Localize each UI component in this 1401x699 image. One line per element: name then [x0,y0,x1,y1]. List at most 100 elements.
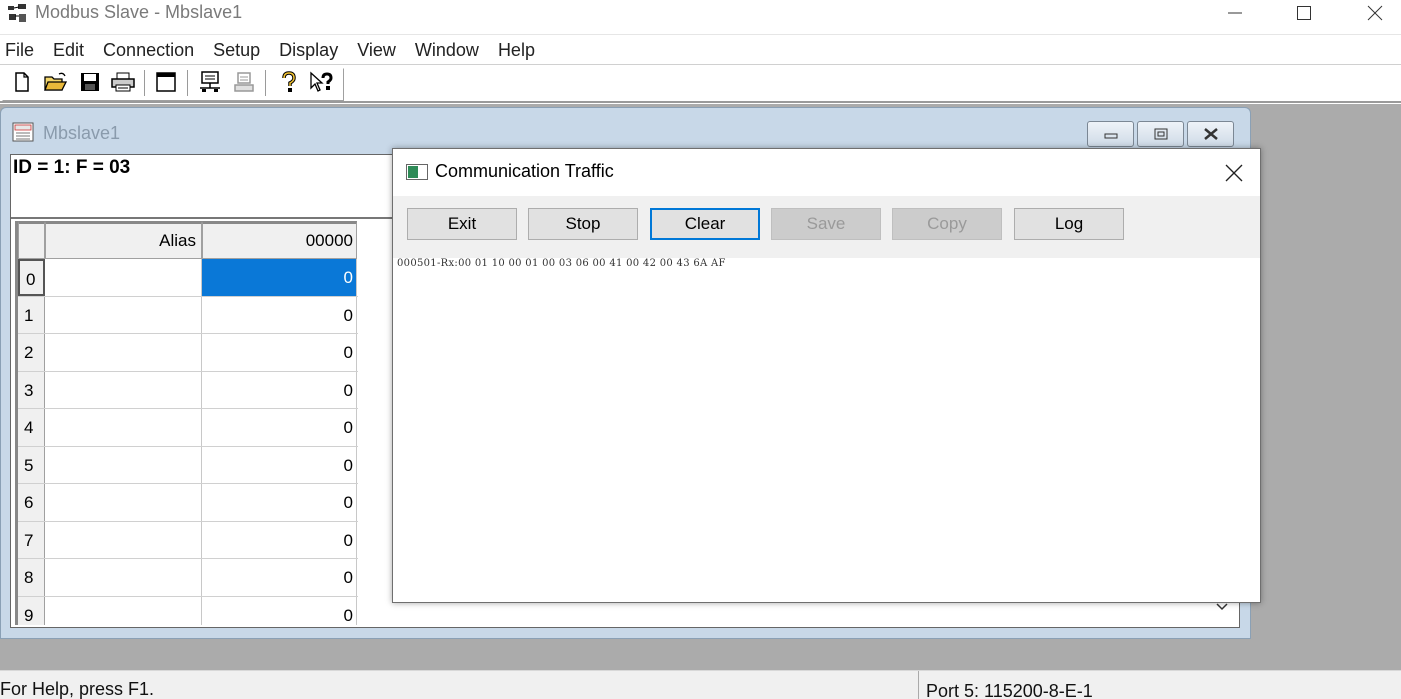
open-button[interactable] [43,69,69,95]
alias-cell[interactable] [45,371,202,408]
close-icon [1225,164,1243,182]
table-row[interactable]: 3 0 [18,371,358,409]
table-row[interactable]: 5 0 [18,446,358,484]
alias-cell[interactable] [45,446,202,483]
minimize-button[interactable] [1200,0,1270,26]
register-value-cell[interactable]: 0 [202,559,357,596]
alias-column-header[interactable]: Alias [45,221,202,259]
alias-cell[interactable] [45,521,202,558]
row-header: 0 [18,259,45,296]
register-value-cell[interactable]: 0 [202,259,357,296]
register-grid[interactable]: Alias 00000 0 0 1 0 2 0 3 0 4 0 5 0 6 0 … [15,221,358,625]
register-value-cell[interactable]: 0 [202,334,357,371]
child-close-button[interactable] [1187,121,1234,147]
alias-cell[interactable] [45,484,202,521]
menu-edit[interactable]: Edit [49,36,88,64]
traffic-log-line: 000501-Rx:00 01 10 00 01 00 03 06 00 41 … [397,258,726,269]
new-document-icon [15,72,29,92]
close-button[interactable] [1340,0,1401,26]
toolbar-separator [187,70,189,96]
maximize-icon [1297,6,1311,20]
child-restore-button[interactable] [1137,121,1184,147]
menu-bar: File Edit Connection Setup Display View … [0,34,1401,65]
new-document-button[interactable] [9,69,35,95]
menu-display[interactable]: Display [275,36,342,64]
slave-id-function-label: ID = 1: F = 03 [13,157,131,178]
alias-cell[interactable] [45,259,202,296]
menu-setup[interactable]: Setup [209,36,264,64]
alias-cell[interactable] [45,334,202,371]
toolbar-separator [265,70,267,96]
chevron-down-icon [1216,603,1228,611]
row-header: 1 [18,296,45,333]
alias-cell[interactable] [45,559,202,596]
register-value-cell[interactable]: 0 [202,371,357,408]
copy-button[interactable]: Copy [892,208,1002,240]
save-disk-icon [81,73,99,91]
disconnect-button[interactable] [231,69,257,95]
title-bar: Modbus Slave - Mbslave1 [0,0,1401,34]
menu-file[interactable]: File [1,36,38,64]
register-value-cell[interactable]: 0 [202,521,357,558]
table-row[interactable]: 2 0 [18,334,358,372]
dialog-title: Communication Traffic [435,161,614,181]
row-header: 2 [18,334,45,371]
table-row[interactable]: 6 0 [18,484,358,522]
table-row[interactable]: 1 0 [18,296,358,334]
context-help-button[interactable] [309,69,335,95]
table-row[interactable]: 8 0 [18,559,358,597]
maximize-button[interactable] [1269,0,1339,26]
disconnect-icon [234,72,254,92]
stop-button[interactable]: Stop [528,208,638,240]
document-icon [12,122,34,142]
alias-cell[interactable] [45,296,202,333]
context-help-icon [310,71,333,92]
print-icon [111,72,135,92]
status-help-text: For Help, press F1. [0,679,155,699]
table-row[interactable]: 0 0 [18,259,358,297]
exit-button[interactable]: Exit [407,208,517,240]
restore-icon [1154,128,1167,140]
row-header: 9 [18,596,45,625]
table-row[interactable]: 7 0 [18,521,358,559]
dialog-close-button[interactable] [1214,159,1254,187]
register-value-cell[interactable]: 0 [202,409,357,446]
toolbar [0,66,1401,103]
address-column-header[interactable]: 00000 [202,221,357,259]
child-minimize-button[interactable] [1087,121,1134,147]
grid-corner-header [18,221,45,259]
table-row[interactable]: 4 0 [18,409,358,447]
menu-window[interactable]: Window [411,36,483,64]
window-title: Modbus Slave - Mbslave1 [35,2,243,22]
status-bar: For Help, press F1. Port 5: 115200-8-E-1 [0,670,1401,699]
dialog-toolbar: Exit Stop Clear Save Copy Log [393,196,1260,258]
menu-connection[interactable]: Connection [99,36,198,64]
clear-button[interactable]: Clear [650,208,760,240]
open-folder-icon [44,72,68,91]
connect-button[interactable] [197,69,223,95]
communication-traffic-dialog: Communication Traffic Exit Stop Clear Sa… [392,148,1261,603]
help-icon [282,71,296,92]
menu-help[interactable]: Help [494,36,539,64]
row-header: 8 [18,559,45,596]
alias-cell[interactable] [45,596,202,625]
window-button[interactable] [153,69,179,95]
log-button[interactable]: Log [1014,208,1124,240]
print-button[interactable] [110,69,136,95]
row-header: 4 [18,409,45,446]
toolbar-separator [144,70,146,96]
register-value-cell[interactable]: 0 [202,296,357,333]
register-value-cell[interactable]: 0 [202,596,357,625]
table-row[interactable]: 9 0 [18,596,358,625]
register-value-cell[interactable]: 0 [202,446,357,483]
row-header: 6 [18,484,45,521]
alias-cell[interactable] [45,409,202,446]
row-header: 7 [18,521,45,558]
close-icon [1367,5,1383,21]
save-button[interactable]: Save [771,208,881,240]
window-icon [156,72,176,92]
register-value-cell[interactable]: 0 [202,484,357,521]
help-button[interactable] [276,69,302,95]
save-button[interactable] [77,69,103,95]
menu-view[interactable]: View [353,36,400,64]
